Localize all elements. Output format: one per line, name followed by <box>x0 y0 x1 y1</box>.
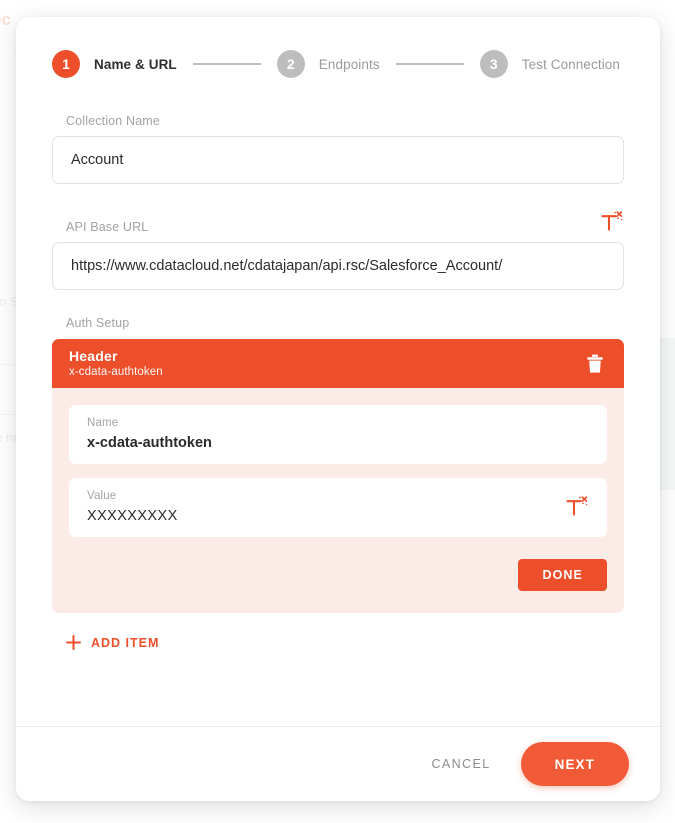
add-item-button[interactable]: ADD ITEM <box>66 635 159 650</box>
plus-icon <box>66 635 81 650</box>
auth-name-value: x-cdata-authtoken <box>87 435 212 451</box>
auth-setup-label: Auth Setup <box>66 316 130 330</box>
auth-name-label: Name <box>87 417 119 429</box>
next-button[interactable]: NEXT <box>520 742 629 786</box>
auth-item-actions: DONE <box>52 537 624 613</box>
auth-setup-group: Auth Setup Header x-cdata-authtoken Name… <box>52 316 624 650</box>
step-connector-1 <box>192 63 261 65</box>
cancel-button[interactable]: CANCEL <box>427 751 494 777</box>
api-base-url-group: API Base URL <box>52 210 624 290</box>
magic-text-icon[interactable] <box>565 495 589 519</box>
auth-value-value: XXXXXXXXX <box>87 508 178 524</box>
add-item-label: ADD ITEM <box>91 635 160 650</box>
auth-name-field[interactable]: Name x-cdata-authtoken <box>69 405 607 464</box>
api-base-url-label: API Base URL <box>66 220 149 234</box>
collection-name-group: Collection Name <box>52 114 624 184</box>
api-base-url-input[interactable] <box>52 242 624 290</box>
trash-icon[interactable] <box>586 354 604 374</box>
step-3-number: 3 <box>479 50 508 78</box>
wizard-stepper: 1 Name & URL 2 Endpoints 3 Test Connecti… <box>16 17 660 78</box>
step-1-label: Name & URL <box>94 56 177 72</box>
auth-item-header[interactable]: Header x-cdata-authtoken <box>52 339 624 388</box>
step-endpoints[interactable]: 2 Endpoints <box>276 50 380 78</box>
step-3-label: Test Connection <box>521 56 621 72</box>
create-collection-modal: 1 Name & URL 2 Endpoints 3 Test Connecti… <box>16 17 660 801</box>
step-2-label: Endpoints <box>318 56 380 72</box>
done-button[interactable]: DONE <box>518 559 607 591</box>
modal-body: Collection Name API Base URL Auth Setup <box>16 78 660 726</box>
step-1-number: 1 <box>52 50 80 78</box>
auth-item-panel: Header x-cdata-authtoken Name x-cdata-au… <box>52 339 624 613</box>
auth-value-label: Value <box>87 490 117 502</box>
collection-name-input[interactable] <box>52 136 624 184</box>
step-2-number: 2 <box>276 50 305 78</box>
auth-item-fields: Name x-cdata-authtoken Value XXXXXXXXX <box>52 388 624 537</box>
collection-name-label: Collection Name <box>66 114 160 128</box>
auth-item-subtitle: x-cdata-authtoken <box>69 365 163 378</box>
auth-item-title: Header <box>69 347 118 364</box>
magic-text-icon[interactable] <box>600 210 624 234</box>
auth-value-field[interactable]: Value XXXXXXXXX <box>69 478 607 537</box>
step-connector-2 <box>395 63 464 65</box>
modal-footer: CANCEL NEXT <box>16 726 660 801</box>
step-name-and-url[interactable]: 1 Name & URL <box>52 50 177 78</box>
step-test-connection[interactable]: 3 Test Connection <box>479 50 621 78</box>
